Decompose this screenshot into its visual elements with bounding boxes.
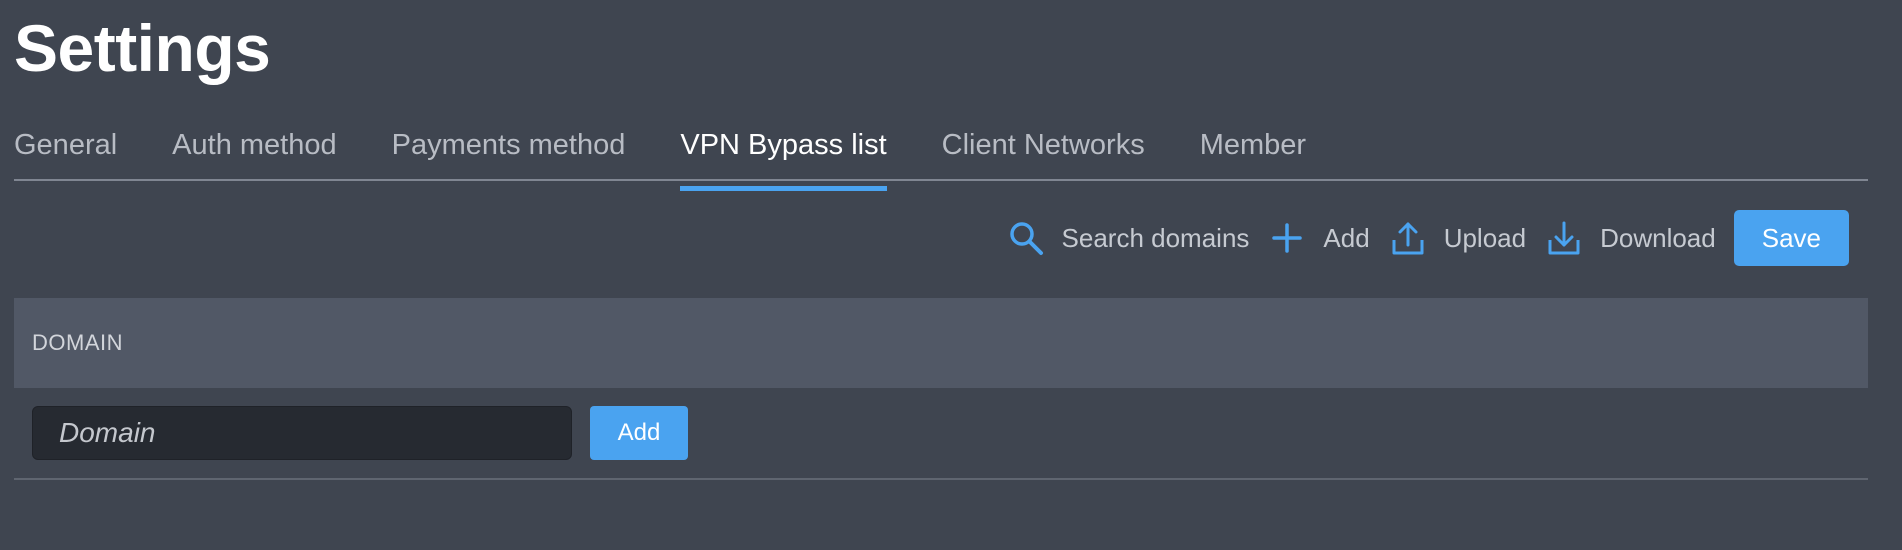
upload-button[interactable]: Upload [1388, 218, 1526, 258]
page-title: Settings [14, 11, 271, 85]
settings-tabs: General Auth method Payments method VPN … [14, 124, 1868, 191]
tab-payments-method[interactable]: Payments method [392, 124, 626, 179]
tab-general[interactable]: General [14, 124, 117, 179]
save-button[interactable]: Save [1733, 210, 1849, 266]
tab-member[interactable]: Member [1200, 124, 1306, 179]
add-domain-button[interactable]: Add [1267, 218, 1370, 258]
search-domains-label: Search domains [1061, 222, 1250, 253]
domain-input[interactable] [32, 406, 572, 460]
add-button[interactable]: Add [590, 406, 688, 460]
add-domain-row: Add [14, 388, 1868, 480]
plus-icon [1267, 218, 1307, 258]
tab-client-networks[interactable]: Client Networks [942, 124, 1145, 179]
tab-vpn-bypass-list[interactable]: VPN Bypass list [680, 124, 887, 191]
toolbar: Search domains Add Upload Download Save [988, 210, 1849, 266]
table-header: DOMAIN [14, 298, 1868, 388]
download-label: Download [1600, 222, 1716, 253]
tab-auth-method[interactable]: Auth method [172, 124, 336, 179]
settings-page: Settings General Auth method Payments me… [0, 0, 1902, 550]
add-label: Add [1323, 222, 1370, 253]
upload-label: Upload [1443, 222, 1527, 253]
search-domains-button[interactable]: Search domains [1006, 218, 1250, 258]
search-icon [1006, 218, 1046, 258]
download-button[interactable]: Download [1544, 218, 1716, 258]
download-icon [1544, 218, 1584, 258]
upload-icon [1388, 218, 1428, 258]
column-header-domain: DOMAIN [32, 330, 123, 355]
